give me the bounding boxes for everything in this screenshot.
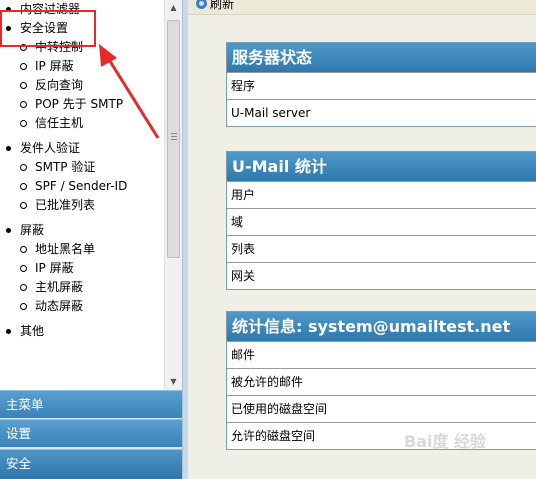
menu-settings[interactable]: 设置 [0,419,182,447]
tree-item-spf-sender-id[interactable]: SPF / Sender-ID [0,177,164,196]
security-tree: 内容过滤器 安全设置 中转控制 IP 屏蔽 反向查询 POP 先于 SMTP 信… [0,0,164,390]
toolbar: 刷新 [188,0,536,15]
tree-label: 发件人验证 [20,141,81,155]
scroll-down-arrow-icon[interactable]: ▼ [165,374,182,390]
panel-title: 统计信息: system@umailtest.net [227,312,536,341]
tree-item-pop-before-smtp[interactable]: POP 先于 SMTP [0,95,164,114]
refresh-button[interactable]: 刷新 [196,0,234,12]
tree-item-smtp-auth[interactable]: SMTP 验证 [0,158,164,177]
left-navigation: 内容过滤器 安全设置 中转控制 IP 屏蔽 反向查询 POP 先于 SMTP 信… [0,0,182,479]
panel-row: 网关 [227,262,536,289]
circle-bullet-icon [20,63,27,70]
refresh-label: 刷新 [210,0,235,11]
tree-label: 反向查询 [35,78,84,92]
scrollbar-thumb[interactable] [167,20,180,258]
tree-item-address-blacklist[interactable]: 地址黑名单 [0,240,164,259]
circle-bullet-icon [20,202,27,209]
menu-label: 主菜单 [6,397,44,412]
tree-group-sender-auth[interactable]: 发件人验证 [0,139,164,158]
tree-item-host-block[interactable]: 主机屏蔽 [0,278,164,297]
tree-label: 主机屏蔽 [35,280,84,294]
tree-label: 地址黑名单 [35,242,96,256]
watermark: Bai度 经验 [404,432,487,451]
tree-label: POP 先于 SMTP [35,97,124,111]
tree-group-other[interactable]: 其他 [0,322,164,341]
tree-label: IP 屏蔽 [35,59,74,73]
tree-label: SMTP 验证 [35,160,96,174]
server-status-panel: 服务器状态 程序 U-Mail server [226,42,536,127]
tree-label: 动态屏蔽 [35,299,84,313]
main-content: 刷新 服务器状态 程序 U-Mail server U-Mail 统计 用户 域… [188,0,536,479]
tree-label: 屏蔽 [20,223,45,237]
tree-label: IP 屏蔽 [35,261,74,275]
circle-bullet-icon [20,82,27,89]
menu-label: 设置 [6,426,32,441]
tree-label: SPF / Sender-ID [35,179,128,193]
tree-scrollbar[interactable]: ▲ ▼ [164,0,182,390]
tree-group-blocking[interactable]: 屏蔽 [0,221,164,240]
circle-bullet-icon [20,183,27,190]
tree-item-reverse-lookup[interactable]: 反向查询 [0,76,164,95]
panel-row: 程序 [227,72,536,99]
menu-label: 安全 [6,456,32,471]
tree-item-trusted-hosts[interactable]: 信任主机 [0,114,164,133]
panel-row: 列表 [227,235,536,262]
tree-label: 其他 [20,324,45,338]
tree-item-ip-block[interactable]: IP 屏蔽 [0,259,164,278]
panel-row: 已使用的磁盘空间 [227,395,536,422]
grip-icon [171,133,177,141]
circle-bullet-icon [20,265,27,272]
circle-bullet-icon [20,120,27,127]
panel-row: 用户 [227,181,536,208]
menu-security[interactable]: 安全 [0,449,182,479]
highlight-box [0,10,96,47]
umail-stats-panel: U-Mail 统计 用户 域 列表 网关 [226,151,536,290]
bullet-icon [6,228,11,233]
panel-row: 域 [227,208,536,235]
circle-bullet-icon [20,101,27,108]
panel-title: U-Mail 统计 [227,152,536,181]
tree-item-ip-shield[interactable]: IP 屏蔽 [0,57,164,76]
account-stats-panel: 统计信息: system@umailtest.net 邮件 被允许的邮件 已使用… [226,311,536,450]
tree-item-approved-list[interactable]: 已批准列表 [0,196,164,215]
circle-bullet-icon [20,246,27,253]
circle-bullet-icon [20,164,27,171]
circle-bullet-icon [20,303,27,310]
circle-bullet-icon [20,284,27,291]
scroll-up-arrow-icon[interactable]: ▲ [165,0,182,16]
refresh-icon [196,0,207,9]
panel-title: 服务器状态 [227,43,536,72]
tree-label: 已批准列表 [35,198,96,212]
panel-row: 允许的磁盘空间 [227,422,536,449]
tree-item-dynamic-block[interactable]: 动态屏蔽 [0,297,164,316]
bullet-icon [6,329,11,334]
panel-row: U-Mail server [227,99,536,126]
panel-row: 被允许的邮件 [227,368,536,395]
menu-main[interactable]: 主菜单 [0,390,182,418]
panel-row: 邮件 [227,341,536,368]
bullet-icon [6,146,11,151]
tree-label: 信任主机 [35,116,84,130]
